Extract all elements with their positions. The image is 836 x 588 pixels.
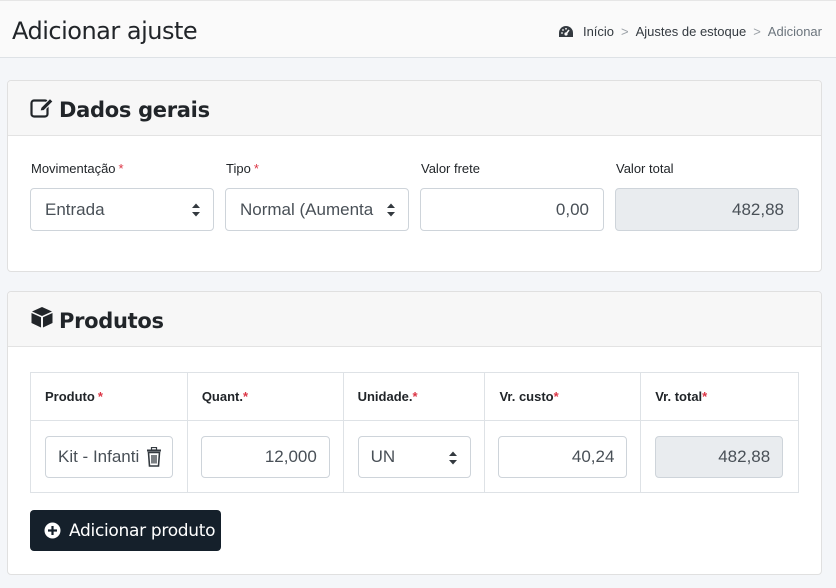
tipo-label: Tipo * [226,161,259,176]
unidade-value: UN [370,447,396,466]
produto-value: Kit - Infanti [58,447,140,466]
produtos-table: Produto * Quant.* Unidade.* Vr. custo* Vr… [30,372,799,493]
column-header-vr-custo: Vr. custo* [484,372,642,421]
quantidade-cell: 12,000 [186,420,344,493]
dados-gerais-card: Dados gerais Movimentação * Entrada Tipo *… [7,80,822,272]
produtos-header: Produtos [8,292,821,347]
produtos-card: Produtos Produto * Quant.* Unidade.* Vr. … [7,291,822,575]
breadcrumb: Início > Ajustes de estoque > Adicionar [558,24,822,39]
tipo-value: Normal (Aumenta [240,199,374,219]
breadcrumb-home-link[interactable]: Início [583,24,614,39]
plus-circle-icon [44,522,61,539]
breadcrumb-current: Adicionar [767,24,822,39]
add-product-button[interactable]: Adicionar produto [30,510,221,551]
add-product-label: Adicionar produto [69,520,216,541]
vr-total-cell: 482,88 [640,420,799,493]
column-header-vr-total: Vr. total* [640,372,799,421]
breadcrumb-separator: > [621,24,629,39]
dados-gerais-title: Dados gerais [59,98,210,122]
column-header-quant: Quant.* [186,372,344,421]
dados-gerais-header: Dados gerais [8,81,821,136]
breadcrumb-separator: > [753,24,761,39]
tipo-select[interactable]: Normal (Aumenta [225,188,409,231]
valor-total-label: Valor total [616,161,674,176]
column-header-unidade: Unidade.* [342,372,486,421]
produto-input[interactable]: Kit - Infanti [45,436,173,478]
select-caret-icon [448,451,457,465]
vr-total-field: 482,88 [655,436,784,478]
select-caret-icon [387,203,395,217]
tachometer-icon [558,25,573,37]
movimentacao-label: Movimentação * [31,161,124,176]
vr-custo-input[interactable]: 40,24 [498,436,628,478]
breadcrumb-ajustes-link[interactable]: Ajustes de estoque [636,24,747,39]
table-header-row: Produto * Quant.* Unidade.* Vr. custo* Vr… [30,372,799,421]
select-caret-icon [192,203,200,217]
edit-icon [30,97,54,118]
cube-icon [31,307,53,328]
valor-total-field: 482,88 [615,188,799,231]
table-row: Kit - Infanti 12,000 UN 40,24 482,88 [30,420,799,493]
valor-frete-label: Valor frete [421,161,481,176]
column-header-produto: Produto * [30,372,188,421]
unidade-select[interactable]: UN [357,436,471,478]
trash-icon[interactable] [146,447,162,467]
vr-custo-cell: 40,24 [484,420,642,493]
unidade-cell: UN [342,420,486,493]
quantidade-input[interactable]: 12,000 [200,436,330,478]
produto-cell: Kit - Infanti [30,420,188,493]
page-title: Adicionar ajuste [12,17,198,45]
movimentacao-select[interactable]: Entrada [30,188,214,231]
valor-frete-input[interactable]: 0,00 [420,188,604,231]
page-header: Adicionar ajuste Início > Ajustes de est… [0,0,836,58]
movimentacao-value: Entrada [45,199,105,219]
produtos-title: Produtos [59,309,164,333]
